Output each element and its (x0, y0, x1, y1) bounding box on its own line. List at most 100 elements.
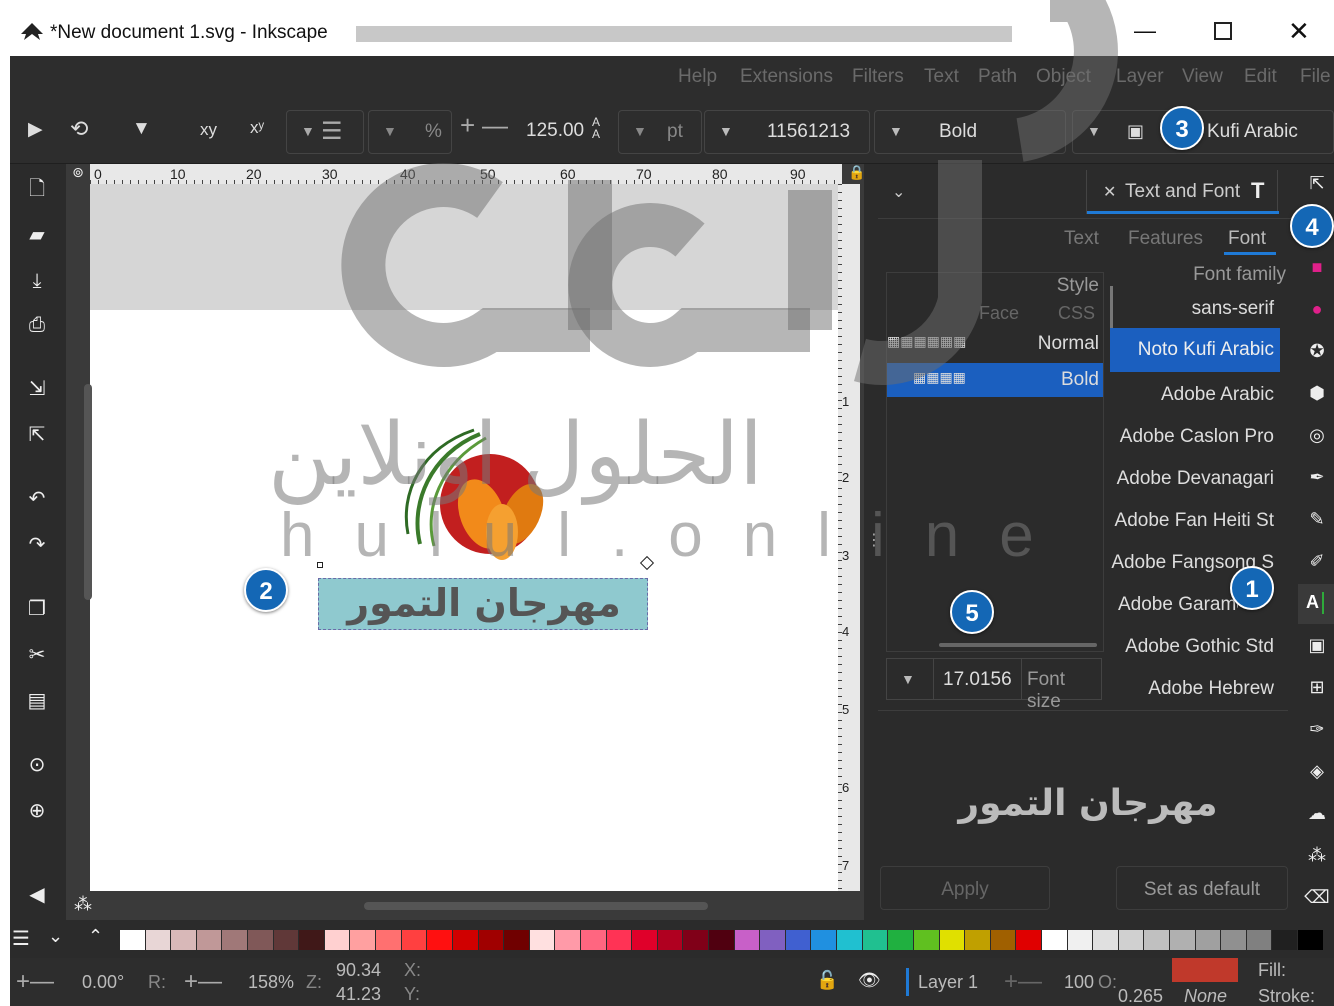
subscript-button[interactable]: xy (200, 120, 217, 140)
menu-view[interactable]: View (1182, 66, 1223, 88)
color-swatch[interactable] (1298, 930, 1323, 950)
cut-icon[interactable]: ✂ (20, 640, 54, 670)
color-swatch[interactable] (452, 930, 478, 950)
gradient-tool-icon[interactable]: ▣ (1302, 630, 1332, 660)
font-item[interactable]: Adobe Garamond (1118, 594, 1238, 616)
save-icon[interactable]: ⤓ (20, 266, 54, 296)
color-swatch[interactable] (350, 930, 376, 950)
maximize-button[interactable] (1214, 22, 1232, 40)
rotation-value[interactable]: 0.00° (82, 972, 124, 993)
rotate-plus-button[interactable]: +— (16, 968, 54, 996)
document-page[interactable]: مهرجان التمور (90, 184, 838, 891)
spiral-tool-icon[interactable]: ◎ (1302, 420, 1332, 450)
dock-collapse-icon[interactable]: ⌄ (892, 182, 905, 202)
palette-swatches[interactable] (120, 930, 1324, 950)
line-spacing-value[interactable]: 125.00 (526, 120, 584, 142)
color-swatch[interactable] (913, 930, 939, 950)
color-swatch[interactable] (248, 930, 273, 950)
calligraphy-tool-icon[interactable]: ✐ (1302, 546, 1332, 576)
menu-edit[interactable]: Edit (1244, 66, 1277, 88)
color-swatch[interactable] (376, 930, 401, 950)
color-swatch[interactable] (1041, 930, 1067, 950)
ruler-corner-icon[interactable]: ⊚ (68, 164, 88, 184)
tweak-tool-icon[interactable]: ☁ (1302, 798, 1332, 828)
color-swatch[interactable] (1272, 930, 1298, 950)
style-list[interactable]: Style Face CSS ▦▦▦▦▦▦ Normal ▦▦▦▦ Bold (886, 272, 1104, 652)
3d-box-tool-icon[interactable]: ⬢ (1302, 378, 1332, 408)
paste-icon[interactable]: ▤ (20, 686, 54, 716)
collapse-left-icon[interactable]: ◀ (20, 880, 54, 910)
color-swatch[interactable] (273, 930, 299, 950)
close-button[interactable]: ✕ (1288, 16, 1310, 47)
style-row-bold[interactable]: ▦▦▦▦ Bold (887, 363, 1103, 397)
stroke-value[interactable]: None (1184, 986, 1227, 1006)
duplicate-icon[interactable]: ❐ (20, 594, 54, 624)
new-document-icon[interactable]: 🗋 (20, 174, 54, 204)
color-swatch[interactable] (606, 930, 632, 950)
menu-file[interactable]: File (1300, 66, 1331, 88)
expand-arrow-icon[interactable]: ▶ (28, 118, 43, 141)
apply-button[interactable]: Apply (880, 866, 1050, 910)
color-swatch[interactable] (1093, 930, 1118, 950)
zoom-selection-icon[interactable]: ⊙ (20, 750, 54, 780)
color-swatch[interactable] (1016, 930, 1041, 950)
font-size-field[interactable]: ▼ 17.0156 Font size (886, 658, 1102, 712)
color-swatch[interactable] (990, 930, 1016, 950)
color-swatch[interactable] (120, 930, 145, 950)
zoom-drawing-icon[interactable]: ⊕ (20, 796, 54, 826)
menu-text[interactable]: Text (924, 66, 959, 88)
color-swatch[interactable] (401, 930, 427, 950)
color-swatch[interactable] (145, 930, 171, 950)
color-swatch[interactable] (324, 930, 350, 950)
lock-guides-icon[interactable]: 🔒 (848, 164, 865, 181)
superscript-button[interactable]: xʸ (250, 118, 264, 138)
menu-path[interactable]: Path (978, 66, 1017, 88)
font-item[interactable]: Adobe Caslon Pro (1120, 426, 1274, 448)
layer-lock-icon[interactable]: 🔓 (816, 970, 838, 991)
pen-tool-icon[interactable]: ✒ (1302, 462, 1332, 492)
alignment-dropdown[interactable]: ▼ ☰ (286, 110, 364, 154)
redo-icon[interactable]: ↷ (20, 530, 54, 560)
font-unit-dropdown[interactable]: ▼ pt (618, 110, 702, 154)
subtab-text[interactable]: Text (1064, 228, 1099, 250)
horizontal-scrollbar[interactable] (364, 902, 708, 910)
palette-menu-icon[interactable]: ☰ (12, 926, 30, 951)
menu-layer[interactable]: Layer (1116, 66, 1164, 88)
canvas-area[interactable]: 0 10 20 30 40 50 60 70 80 90 ⊚ 1 2 3 4 5… (66, 164, 865, 920)
fill-swatch[interactable] (1172, 958, 1238, 982)
font-item[interactable]: Adobe Fan Heiti St (1115, 510, 1274, 532)
mesh-tool-icon[interactable]: ⊞ (1302, 672, 1332, 702)
open-file-icon[interactable]: ▰ (20, 220, 54, 250)
font-style-combo[interactable]: ▼ Bold (874, 110, 1066, 154)
color-swatch[interactable] (683, 930, 709, 950)
color-swatch[interactable] (657, 930, 683, 950)
color-swatch[interactable] (1144, 930, 1169, 950)
export-icon[interactable]: ⇱ (20, 420, 54, 450)
color-swatch[interactable] (837, 930, 862, 950)
color-swatch[interactable] (529, 930, 555, 950)
subtab-features[interactable]: Features (1128, 228, 1203, 250)
star-tool-icon[interactable]: ✪ (1302, 336, 1332, 366)
font-item-selected[interactable]: Noto Kufi Arabic (1110, 328, 1280, 372)
spray-tool-icon[interactable]: ⁂ (1302, 840, 1332, 870)
color-swatch[interactable] (811, 930, 837, 950)
layer-visibility-icon[interactable]: 👁 (858, 970, 881, 991)
text-flow-handle[interactable] (639, 555, 655, 571)
color-swatch[interactable] (196, 930, 222, 950)
increase-line-spacing-button[interactable]: + (460, 110, 475, 141)
font-size-combo[interactable]: ▼ 11561213 (704, 110, 870, 154)
layer-selector[interactable]: Layer 1 (918, 972, 978, 993)
font-item[interactable]: Adobe Arabic (1161, 384, 1274, 406)
pencil-tool-icon[interactable]: ✎ (1302, 504, 1332, 534)
opacity-value[interactable]: 100 (1064, 972, 1094, 993)
zoom-value[interactable]: 158% (248, 972, 294, 993)
font-item[interactable]: Adobe Devanagari (1117, 468, 1274, 490)
color-swatch[interactable] (1118, 930, 1144, 950)
tab-text-and-font[interactable]: ✕ Text and Font T (1086, 170, 1279, 214)
color-swatch[interactable] (888, 930, 913, 950)
font-item[interactable]: sans-serif (1192, 298, 1274, 320)
color-swatch[interactable] (1169, 930, 1195, 950)
color-swatch[interactable] (1246, 930, 1272, 950)
decrease-line-spacing-button[interactable]: — (482, 110, 508, 141)
opacity-plus-button[interactable]: +— (1004, 968, 1042, 996)
